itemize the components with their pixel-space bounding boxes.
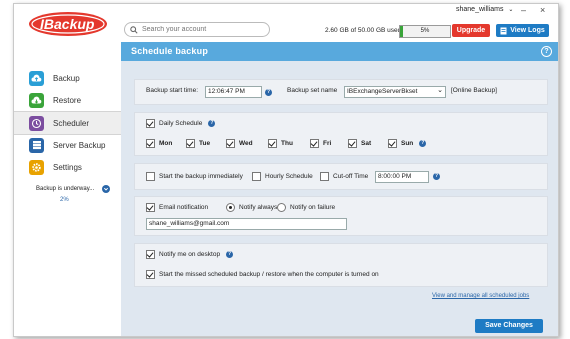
sidebar-item-label: Restore [53,95,82,105]
page-title-bar: Schedule backup ? [121,42,558,61]
day-checkbox[interactable] [186,139,195,148]
day-fri[interactable]: Fri [310,139,348,148]
search-input[interactable] [142,26,252,33]
backup-set-label: Backup set name [287,87,338,94]
sidebar-item-server-backup[interactable]: Server Backup [14,134,121,156]
quota-percent: 5% [420,28,430,34]
backup-status-percent: 2% [60,197,69,203]
sidebar-item-label: Scheduler [53,118,90,128]
search-box[interactable] [124,22,270,37]
username: shane_williams [456,6,504,13]
backup-set-select[interactable]: IBExchangeServerBkset ⌄ [344,86,446,98]
day-tue[interactable]: Tue [186,139,226,148]
notify-failure-radio[interactable] [277,203,286,212]
daily-schedule-section: Daily Schedule ? Mon Tue Wed Thu Fri Sat… [134,112,548,156]
start-time-section: Backup start time: 12:06:47 PM ? Backup … [134,79,548,105]
view-logs-label: View Logs [510,27,545,34]
day-sun[interactable]: Sun [388,139,413,148]
start-time-input[interactable]: 12:06:47 PM [205,86,262,98]
minimize-icon[interactable]: – [521,5,526,15]
email-section: Email notification Notify always Notify … [134,196,548,236]
backup-set-type: [Online Backup] [451,87,497,94]
help-icon[interactable]: ? [226,251,234,258]
day-checkbox[interactable] [348,139,357,148]
sidebar-item-restore[interactable]: Restore [14,89,121,111]
svg-text:IBackup: IBackup [40,16,95,32]
upgrade-button[interactable]: Upgrade [452,24,490,37]
sidebar-item-backup[interactable]: Backup [14,67,121,89]
storage-usage: 2.60 GB of 50.00 GB used [325,27,402,34]
sidebar-item-label: Server Backup [53,140,106,150]
missed-backup-label: Start the missed scheduled backup / rest… [159,271,379,278]
email-notification-label: Email notification [159,204,209,211]
cutoff-time-input[interactable]: 8:00:00 PM [375,171,429,183]
backup-set-value: IBExchangeServerBkset [347,88,418,95]
day-checkbox[interactable] [146,139,155,148]
start-immediately-checkbox[interactable] [146,172,155,181]
missed-backup-checkbox[interactable] [146,270,155,279]
email-field[interactable]: shane_williams@gmail.com [146,218,347,230]
server-icon [29,137,44,153]
schedule-form: Backup start time: 12:06:47 PM ? Backup … [121,61,558,336]
sidebar-item-scheduler[interactable]: Scheduler [14,111,121,135]
notify-desktop-checkbox[interactable] [146,250,155,259]
daily-schedule-label: Daily Schedule [159,120,203,127]
notify-always-label: Notify always [239,204,278,211]
user-menu[interactable]: shane_williams ⌄ [456,6,513,13]
notify-always-radio[interactable] [226,203,235,212]
page-title: Schedule backup [131,46,209,56]
start-time-label: Backup start time: [146,87,199,94]
quota-bar: 5% [399,25,451,38]
help-icon[interactable]: ? [419,140,427,147]
app-window: IBackup shane_williams ⌄ – × 2.60 GB of … [13,3,559,337]
notification-section: Notify me on desktop ? Start the missed … [134,243,548,287]
chevron-down-icon: ⌄ [437,87,443,94]
help-icon[interactable]: ? [265,89,272,96]
sidebar: Backup Restore Scheduler Server Backup S… [14,42,122,336]
document-icon [500,27,507,34]
sidebar-item-settings[interactable]: Settings [14,156,121,178]
chevron-down-icon[interactable] [102,185,110,193]
day-checkbox[interactable] [310,139,319,148]
day-wed[interactable]: Wed [226,139,268,148]
day-checkbox[interactable] [268,139,277,148]
search-icon [130,25,138,34]
sidebar-item-label: Backup [53,73,80,83]
notify-failure-label: Notify on failure [290,204,336,211]
view-scheduled-jobs-link[interactable]: View and manage all scheduled jobs [432,293,529,299]
start-immediately-label: Start the backup immediately [159,173,243,180]
day-checkbox[interactable] [226,139,235,148]
day-thu[interactable]: Thu [268,139,310,148]
daily-schedule-checkbox[interactable] [146,119,155,128]
hourly-schedule-label: Hourly Schedule [265,173,313,180]
day-checkbox[interactable] [388,139,397,148]
cloud-download-icon [29,92,44,108]
days-row: Mon Tue Wed Thu Fri Sat Sun ? [146,139,427,148]
save-changes-button[interactable]: Save Changes [475,319,543,333]
help-icon[interactable]: ? [208,120,216,127]
help-icon[interactable]: ? [433,173,440,180]
cutoff-label: Cut-off Time [333,173,369,180]
help-icon[interactable]: ? [541,46,552,57]
hourly-schedule-checkbox[interactable] [252,172,261,181]
view-logs-button[interactable]: View Logs [496,24,549,37]
backup-status-text: Backup is underway... [36,186,95,192]
cloud-upload-icon [29,70,44,86]
chevron-down-icon: ⌄ [508,7,514,13]
ibackup-logo: IBackup [29,12,107,36]
clock-icon [29,115,44,131]
timing-section: Start the backup immediately Hourly Sche… [134,163,548,190]
sidebar-item-label: Settings [53,162,82,172]
gear-icon [29,159,44,175]
email-notification-checkbox[interactable] [146,203,155,212]
cutoff-checkbox[interactable] [320,172,329,181]
notify-desktop-label: Notify me on desktop [159,251,221,258]
header: IBackup shane_williams ⌄ – × 2.60 GB of … [14,4,558,42]
close-icon[interactable]: × [540,5,545,15]
day-sat[interactable]: Sat [348,139,388,148]
day-mon[interactable]: Mon [146,139,186,148]
